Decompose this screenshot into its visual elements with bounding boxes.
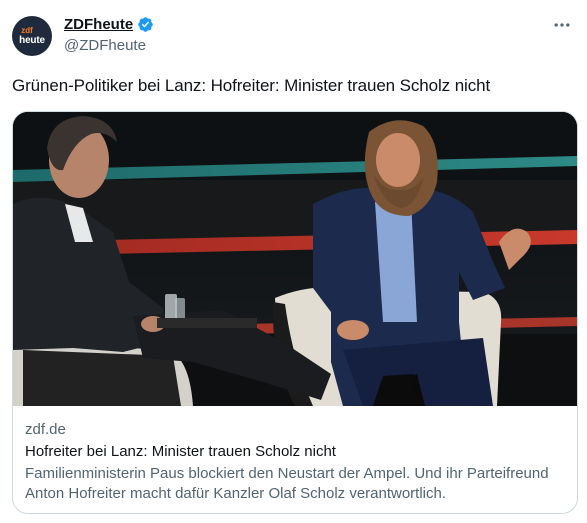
avatar-logo-zdf: zdf [21,25,33,35]
more-options-icon[interactable] [551,14,573,36]
link-preview-card[interactable]: zdf.de Hofreiter bei Lanz: Minister trau… [12,111,578,514]
tweet-text: Grünen-Politiker bei Lanz: Hofreiter: Mi… [12,76,491,95]
display-name[interactable]: ZDFheute [64,16,133,33]
card-photo-illustration [13,112,577,406]
verified-badge-icon[interactable] [137,16,154,33]
name-row: ZDFheute [64,16,154,33]
card-domain[interactable]: zdf.de [25,421,66,438]
avatar[interactable]: zdf heute [12,16,52,56]
user-handle[interactable]: @ZDFheute [64,37,146,54]
card-description: Familienministerin Paus blockiert den Ne… [25,465,549,502]
card-image[interactable] [13,112,577,406]
avatar-logo-heute: heute [19,34,45,46]
card-title[interactable]: Hofreiter bei Lanz: Minister trauen Scho… [25,443,336,460]
tweet[interactable]: zdf heute ZDFheute @ZDFheute Grünen-Poli… [0,0,587,523]
